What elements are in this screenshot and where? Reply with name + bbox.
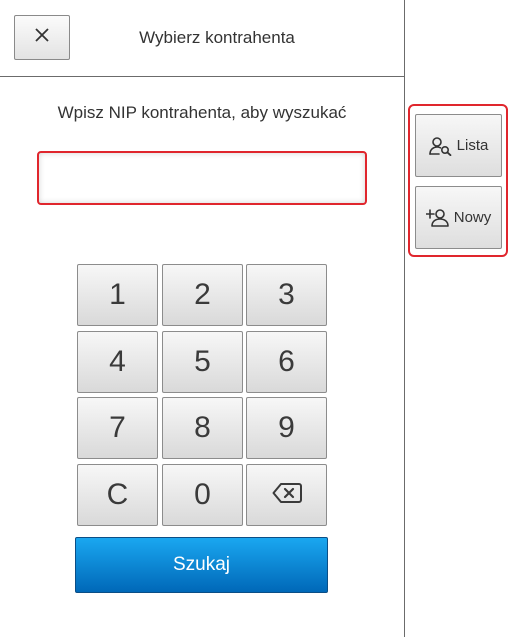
key-5[interactable]: 5 bbox=[162, 331, 243, 393]
nip-prompt: Wpisz NIP kontrahenta, aby wyszukać bbox=[57, 103, 347, 122]
page-title: Wybierz kontrahenta bbox=[139, 28, 295, 47]
key-4[interactable]: 4 bbox=[77, 331, 158, 393]
header: Wybierz kontrahenta bbox=[0, 0, 404, 77]
key-9[interactable]: 9 bbox=[246, 397, 327, 459]
key-3[interactable]: 3 bbox=[246, 264, 327, 326]
key-7[interactable]: 7 bbox=[77, 397, 158, 459]
search-button[interactable]: Szukaj bbox=[75, 537, 328, 593]
list-button[interactable]: Lista bbox=[415, 114, 502, 177]
backspace-icon bbox=[272, 478, 302, 512]
key-1[interactable]: 1 bbox=[77, 264, 158, 326]
main-panel: Wybierz kontrahenta Wpisz NIP kontrahent… bbox=[0, 0, 404, 637]
user-add-icon bbox=[425, 208, 450, 228]
key-backspace[interactable] bbox=[246, 464, 327, 526]
user-search-icon bbox=[428, 136, 453, 156]
new-button-label: Nowy bbox=[453, 209, 492, 226]
key-8[interactable]: 8 bbox=[162, 397, 243, 459]
nip-input[interactable] bbox=[37, 151, 367, 205]
close-button[interactable] bbox=[14, 15, 70, 60]
list-button-label: Lista bbox=[456, 137, 489, 154]
key-0[interactable]: 0 bbox=[162, 464, 243, 526]
key-clear[interactable]: C bbox=[77, 464, 158, 526]
key-6[interactable]: 6 bbox=[246, 331, 327, 393]
vertical-divider bbox=[404, 0, 405, 637]
new-button[interactable]: Nowy bbox=[415, 186, 502, 249]
close-icon bbox=[34, 27, 50, 48]
sidebar-actions: Lista Nowy bbox=[408, 104, 508, 257]
key-2[interactable]: 2 bbox=[162, 264, 243, 326]
